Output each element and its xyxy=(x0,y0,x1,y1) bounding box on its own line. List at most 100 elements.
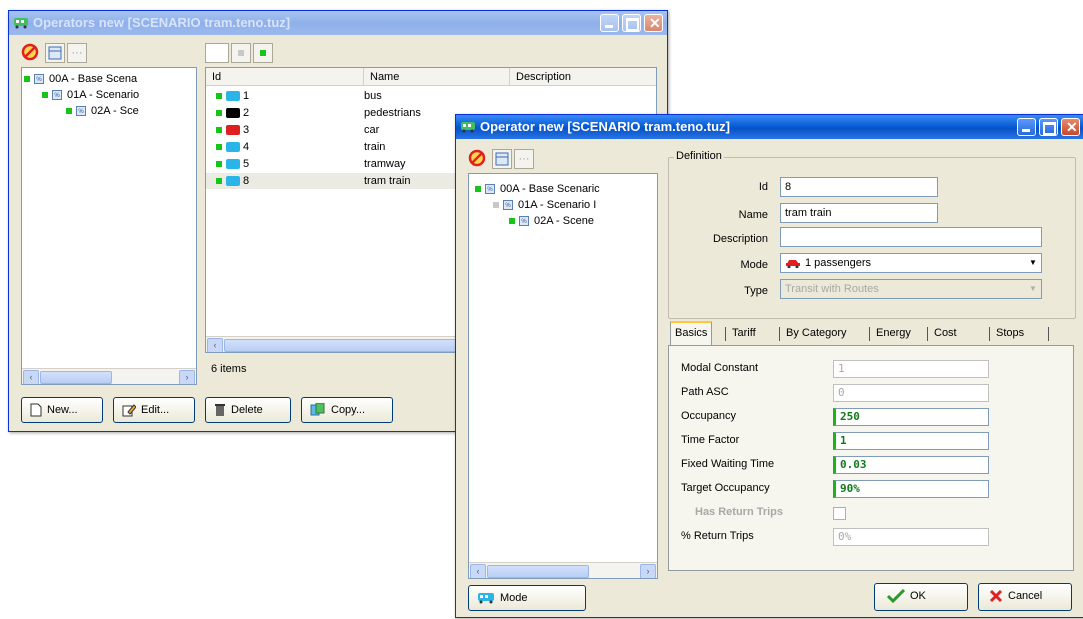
id-field[interactable]: 8 xyxy=(780,177,938,197)
edit-button-label: Edit... xyxy=(141,404,170,416)
scroll-thumb[interactable] xyxy=(224,339,486,352)
scroll-left-icon[interactable]: ‹ xyxy=(207,338,223,352)
scroll-right-icon[interactable]: › xyxy=(640,564,656,578)
mode-select-value: 1 passengers xyxy=(805,257,872,269)
dropdown-arrow-icon[interactable]: ▼ xyxy=(1027,256,1039,270)
tree-item-label: 02A - Sce xyxy=(91,105,139,117)
no-entry-icon xyxy=(21,43,39,61)
tab-strip: Basics Tariff By Category Energy Cost St… xyxy=(668,321,1074,345)
active-indicator-icon xyxy=(24,76,30,83)
tree-horizontal-scrollbar[interactable]: ‹ › xyxy=(469,562,657,578)
maximize-button[interactable] xyxy=(1039,118,1058,136)
tree-item-00a[interactable]: % 00A - Base Scenaric xyxy=(475,182,600,196)
edit-button[interactable]: Edit... xyxy=(113,397,195,423)
tree-item-02a[interactable]: % 02A - Scene xyxy=(509,214,594,228)
column-header-name[interactable]: Name xyxy=(364,68,510,86)
close-button[interactable]: ✕ xyxy=(644,14,663,32)
scenario-tree[interactable]: % 00A - Base Scena % 01A - Scenario % 02A -… xyxy=(21,67,197,385)
copy-button[interactable]: Copy... xyxy=(301,397,393,423)
delete-button[interactable]: Delete xyxy=(205,397,291,423)
param-value-field[interactable]: 1 xyxy=(833,432,989,450)
tab-tariff[interactable]: Tariff xyxy=(732,323,756,343)
active-indicator-icon xyxy=(216,161,222,168)
column-header-description[interactable]: Description xyxy=(510,68,656,86)
param-label: % Return Trips xyxy=(681,530,754,542)
minimize-button[interactable] xyxy=(1017,118,1036,136)
tab-energy[interactable]: Energy xyxy=(876,323,911,343)
mode-select[interactable]: 1 passengers ▼ xyxy=(780,253,1042,273)
tab-stops[interactable]: Stops xyxy=(996,323,1024,343)
bus-icon xyxy=(14,18,28,29)
has-return-trips-checkbox[interactable] xyxy=(833,507,846,520)
new-button-label: New... xyxy=(47,404,78,416)
param-value-field[interactable]: 90% xyxy=(833,480,989,498)
view-green-button[interactable] xyxy=(253,43,273,63)
tab-cost[interactable]: Cost xyxy=(934,323,957,343)
tree-item-01a[interactable]: % 01A - Scenario I xyxy=(493,198,596,212)
tree-item-01a[interactable]: % 01A - Scenario xyxy=(42,88,139,102)
param-value-field: 0% xyxy=(833,528,989,546)
mode-button[interactable]: Mode xyxy=(468,585,586,611)
delete-button-label: Delete xyxy=(231,404,263,416)
tree-item-00a[interactable]: % 00A - Base Scena xyxy=(24,72,137,86)
scroll-thumb[interactable] xyxy=(487,565,589,578)
tree-item-label: 00A - Base Scenaric xyxy=(500,183,600,195)
scroll-right-icon[interactable]: › xyxy=(179,370,195,384)
param-value-field[interactable]: 250 xyxy=(833,408,989,426)
tab-basics[interactable]: Basics xyxy=(670,321,713,345)
scenario-icon xyxy=(48,46,62,60)
operator-title-bar[interactable]: Operator new [SCENARIO tram.teno.tuz] ✕ xyxy=(456,115,1083,139)
tab-dividers xyxy=(779,327,780,341)
scenario-button[interactable] xyxy=(45,43,65,63)
description-field[interactable] xyxy=(780,227,1042,247)
operator-name-cell: tramway xyxy=(364,158,406,170)
operators-title: Operators new [SCENARIO tram.teno.tuz] xyxy=(33,15,291,30)
close-button[interactable]: ✕ xyxy=(1061,118,1080,136)
active-indicator-icon xyxy=(216,110,222,117)
view-grey-button[interactable] xyxy=(231,43,251,63)
minimize-button[interactable] xyxy=(600,14,619,32)
param-value-field[interactable]: 0.03 xyxy=(833,456,989,474)
scroll-thumb[interactable] xyxy=(40,371,112,384)
mode-label: Mode xyxy=(740,259,768,271)
ok-button[interactable]: OK xyxy=(874,583,968,611)
train-icon xyxy=(226,142,240,153)
more-button[interactable]: ··· xyxy=(514,149,534,169)
cancel-button[interactable]: Cancel xyxy=(978,583,1072,611)
view-blank-button[interactable] xyxy=(205,43,229,63)
table-row[interactable]: 1 bus xyxy=(206,88,656,104)
active-indicator-icon xyxy=(216,93,222,100)
operators-title-bar[interactable]: Operators new [SCENARIO tram.teno.tuz] ✕ xyxy=(9,11,667,35)
new-button[interactable]: New... xyxy=(21,397,103,423)
operator-name-cell: tram train xyxy=(364,175,411,187)
operator-name-cell: car xyxy=(364,124,380,136)
tab-by-category[interactable]: By Category xyxy=(786,323,847,343)
param-label: Time Factor xyxy=(681,434,740,446)
scroll-left-icon[interactable]: ‹ xyxy=(23,370,39,384)
more-button[interactable]: ··· xyxy=(67,43,87,63)
tree-item-label: 01A - Scenario I xyxy=(518,199,597,211)
scroll-left-icon[interactable]: ‹ xyxy=(470,564,486,578)
tree-item-02a[interactable]: % 02A - Sce xyxy=(66,104,139,118)
disable-scenario-button[interactable] xyxy=(21,43,41,63)
scenario-icon: % xyxy=(503,200,513,211)
minimize-icon xyxy=(605,25,613,28)
column-header-id[interactable]: Id xyxy=(206,68,364,86)
tree-horizontal-scrollbar[interactable]: ‹ › xyxy=(22,368,196,384)
tab-label: Energy xyxy=(876,327,911,339)
close-icon: ✕ xyxy=(1066,119,1078,135)
scenario-button[interactable] xyxy=(492,149,512,169)
disable-scenario-button[interactable] xyxy=(468,149,488,169)
tab-dividers xyxy=(869,327,870,341)
scenario-tree[interactable]: % 00A - Base Scenaric % 01A - Scenario I %… xyxy=(468,173,658,579)
description-label: Description xyxy=(712,233,768,245)
name-field[interactable]: tram train xyxy=(780,203,938,223)
maximize-button[interactable] xyxy=(622,14,641,32)
operator-title: Operator new [SCENARIO tram.teno.tuz] xyxy=(480,119,730,134)
type-select: Transit with Routes ▼ xyxy=(780,279,1042,299)
operator-id-cell: 2 xyxy=(216,105,249,121)
close-icon: ✕ xyxy=(649,15,661,31)
active-indicator-icon xyxy=(42,92,48,99)
operator-id-text: 4 xyxy=(243,141,250,153)
cancel-x-icon xyxy=(989,590,1003,603)
